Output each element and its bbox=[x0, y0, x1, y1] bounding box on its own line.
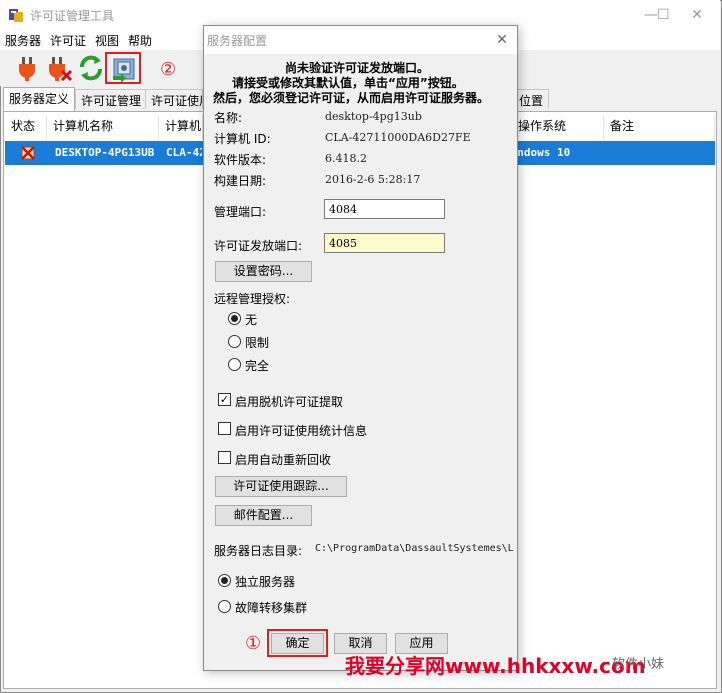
checkbox-auto-recycle[interactable] bbox=[218, 451, 231, 464]
value-name: desktop-4pg13ub bbox=[325, 110, 422, 123]
menu-license[interactable]: 许可证 bbox=[50, 32, 86, 49]
label-failover-cluster: 故障转移集群 bbox=[235, 601, 308, 615]
value-log-directory: C:\ProgramData\DassaultSystemes\L bbox=[315, 543, 514, 554]
watermark-author: 软件小妹 bbox=[612, 657, 665, 672]
label-admin-port: 管理端口: bbox=[214, 205, 267, 219]
callout-2: ② bbox=[160, 59, 177, 80]
label-computer-id: 计算机 ID: bbox=[214, 132, 271, 146]
label-remote-full: 完全 bbox=[245, 359, 270, 373]
menu-server[interactable]: 服务器 bbox=[5, 32, 41, 49]
server-config-icon bbox=[113, 58, 135, 82]
column-computer-id[interactable]: 计算机 bbox=[159, 115, 203, 139]
label-remote-auth: 远程管理授权: bbox=[214, 292, 291, 306]
app-icon bbox=[9, 9, 23, 22]
label-license-port: 许可证发放端口: bbox=[214, 239, 303, 253]
dialog-close-button[interactable]: ✕ bbox=[490, 28, 514, 52]
refresh-icon bbox=[80, 55, 102, 81]
close-button[interactable]: ✕ bbox=[674, 0, 720, 30]
ok-button[interactable]: 确定 bbox=[271, 633, 324, 654]
set-password-button[interactable]: 设置密码... bbox=[215, 261, 312, 282]
radio-remote-full[interactable] bbox=[228, 358, 241, 371]
tab-license-usage[interactable]: 许可证使用 bbox=[145, 89, 203, 109]
radio-failover-cluster[interactable] bbox=[218, 600, 231, 613]
column-os[interactable]: 操作系统 bbox=[518, 115, 604, 139]
radio-remote-none[interactable] bbox=[228, 312, 241, 325]
radio-standalone-server[interactable] bbox=[218, 574, 231, 587]
close-icon: ✕ bbox=[496, 32, 508, 48]
label-offline-extraction: 启用脱机许可证提取 bbox=[235, 395, 344, 409]
tab-location[interactable]: 位置 bbox=[513, 89, 550, 109]
value-build-date: 2016-2-6 5:28:17 bbox=[325, 173, 421, 186]
label-name: 名称: bbox=[214, 111, 243, 125]
column-status[interactable]: 状态 bbox=[5, 115, 47, 139]
column-notes[interactable]: 备注 bbox=[604, 115, 715, 139]
refresh-button[interactable] bbox=[76, 53, 106, 83]
column-os-label: 操作系统 bbox=[518, 119, 567, 133]
checkbox-usage-statistics[interactable] bbox=[218, 422, 231, 435]
value-software-version: 6.418.2 bbox=[325, 152, 367, 165]
maximize-button[interactable]: ☐ bbox=[630, 0, 676, 30]
label-software-version: 软件版本: bbox=[214, 153, 267, 167]
license-tracking-button[interactable]: 许可证使用跟踪... bbox=[215, 476, 347, 497]
checkbox-offline-extraction[interactable]: ✓ bbox=[218, 393, 231, 406]
dialog-title: 服务器配置 bbox=[207, 34, 268, 48]
mail-config-button[interactable]: 邮件配置... bbox=[215, 505, 312, 526]
connect-server-button[interactable] bbox=[12, 53, 42, 83]
admin-port-input[interactable]: 4084 bbox=[324, 199, 445, 219]
label-standalone-server: 独立服务器 bbox=[235, 575, 296, 589]
callout-1: ① bbox=[245, 633, 262, 654]
server-config-button[interactable] bbox=[105, 52, 141, 84]
label-remote-none: 无 bbox=[245, 313, 258, 327]
maximize-icon: ☐ bbox=[657, 7, 670, 23]
label-usage-statistics: 启用许可证使用统计信息 bbox=[235, 424, 368, 438]
menu-view[interactable]: 视图 bbox=[95, 32, 119, 49]
tab-server-definition[interactable]: 服务器定义 bbox=[3, 87, 76, 111]
tab-license-management[interactable]: 许可证管理 bbox=[75, 89, 148, 109]
row-os: Windows 10 bbox=[518, 146, 604, 159]
label-remote-limited: 限制 bbox=[245, 336, 270, 350]
menu-help[interactable]: 帮助 bbox=[128, 32, 152, 49]
row-os-label: Windows 10 bbox=[518, 146, 571, 159]
license-port-input[interactable]: 4085 bbox=[324, 233, 445, 253]
notice-line-3: 然后，您必须登记许可证，从而启用许可证服务器。 bbox=[213, 91, 490, 105]
disconnect-server-button[interactable] bbox=[44, 53, 74, 83]
window-title: 许可证管理工具 bbox=[30, 9, 115, 23]
label-build-date: 构建日期: bbox=[214, 174, 267, 188]
plug-icon bbox=[19, 57, 35, 81]
row-computer-id: CLA-42 bbox=[166, 146, 202, 159]
column-computer-name[interactable]: 计算机名称 bbox=[47, 115, 159, 139]
label-auto-recycle: 启用自动重新回收 bbox=[235, 453, 332, 467]
plug-remove-icon bbox=[49, 57, 73, 82]
row-computer-name: DESKTOP-4PG13UB bbox=[55, 146, 155, 159]
value-computer-id: CLA-42711000DA6D27FE bbox=[325, 131, 471, 144]
label-log-directory: 服务器日志目录: bbox=[214, 544, 303, 558]
watermark-site: 我要分享网www.hhkxxw.com bbox=[345, 654, 646, 678]
server-status-error-icon bbox=[21, 146, 35, 160]
radio-remote-limited[interactable] bbox=[228, 335, 241, 348]
